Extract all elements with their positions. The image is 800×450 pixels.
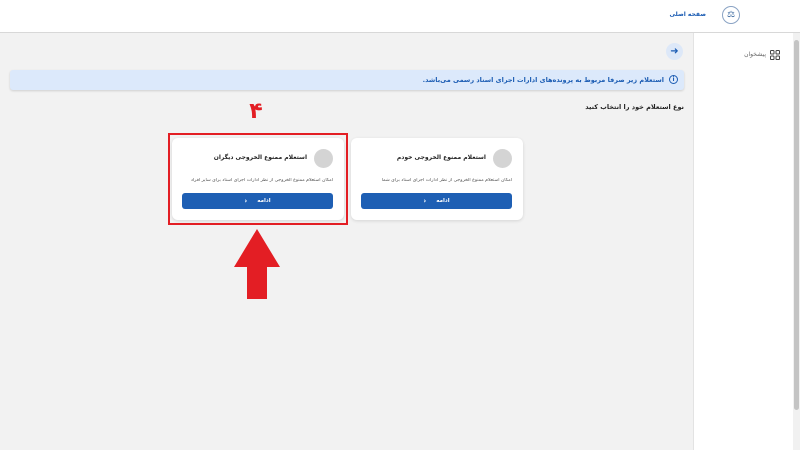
card-avatar-icon [493,149,512,168]
arrow-right-icon: ➜ [670,46,679,57]
button-label: ادامه [436,198,450,204]
annotation-highlight-box [168,133,348,225]
info-banner-text: استعلام زیر صرفا مربوط به پرونده‌های ادا… [422,76,664,84]
continue-button-mine[interactable]: ادامه ‹ [361,193,512,209]
scrollbar-thumb[interactable] [794,40,799,410]
nav-home-link[interactable]: صفحه اصلی [660,11,706,18]
right-sidebar [693,33,800,450]
red-arrow-up-icon [234,229,280,299]
back-button[interactable]: ➜ [666,43,683,60]
chevron-left-icon: ‹ [423,197,427,205]
grid-icon[interactable] [770,50,780,63]
card-title: استعلام ممنوع الخروجی خودم [396,154,486,161]
seal-logo-icon[interactable]: ⚖ [722,6,740,24]
card-inquiry-mine: استعلام ممنوع الخروجی خودم امکان استعلام… [351,138,523,220]
info-icon: i [669,75,678,84]
annotation-step-number: ۴ [249,99,263,124]
card-description: امکان استعلام ممنوع الخروجی از نظر ادارا… [381,178,512,183]
section-title: نوع استعلام خود را انتخاب کنید [585,103,684,111]
sidebar-item-desk[interactable]: پیشخوان [712,51,766,58]
